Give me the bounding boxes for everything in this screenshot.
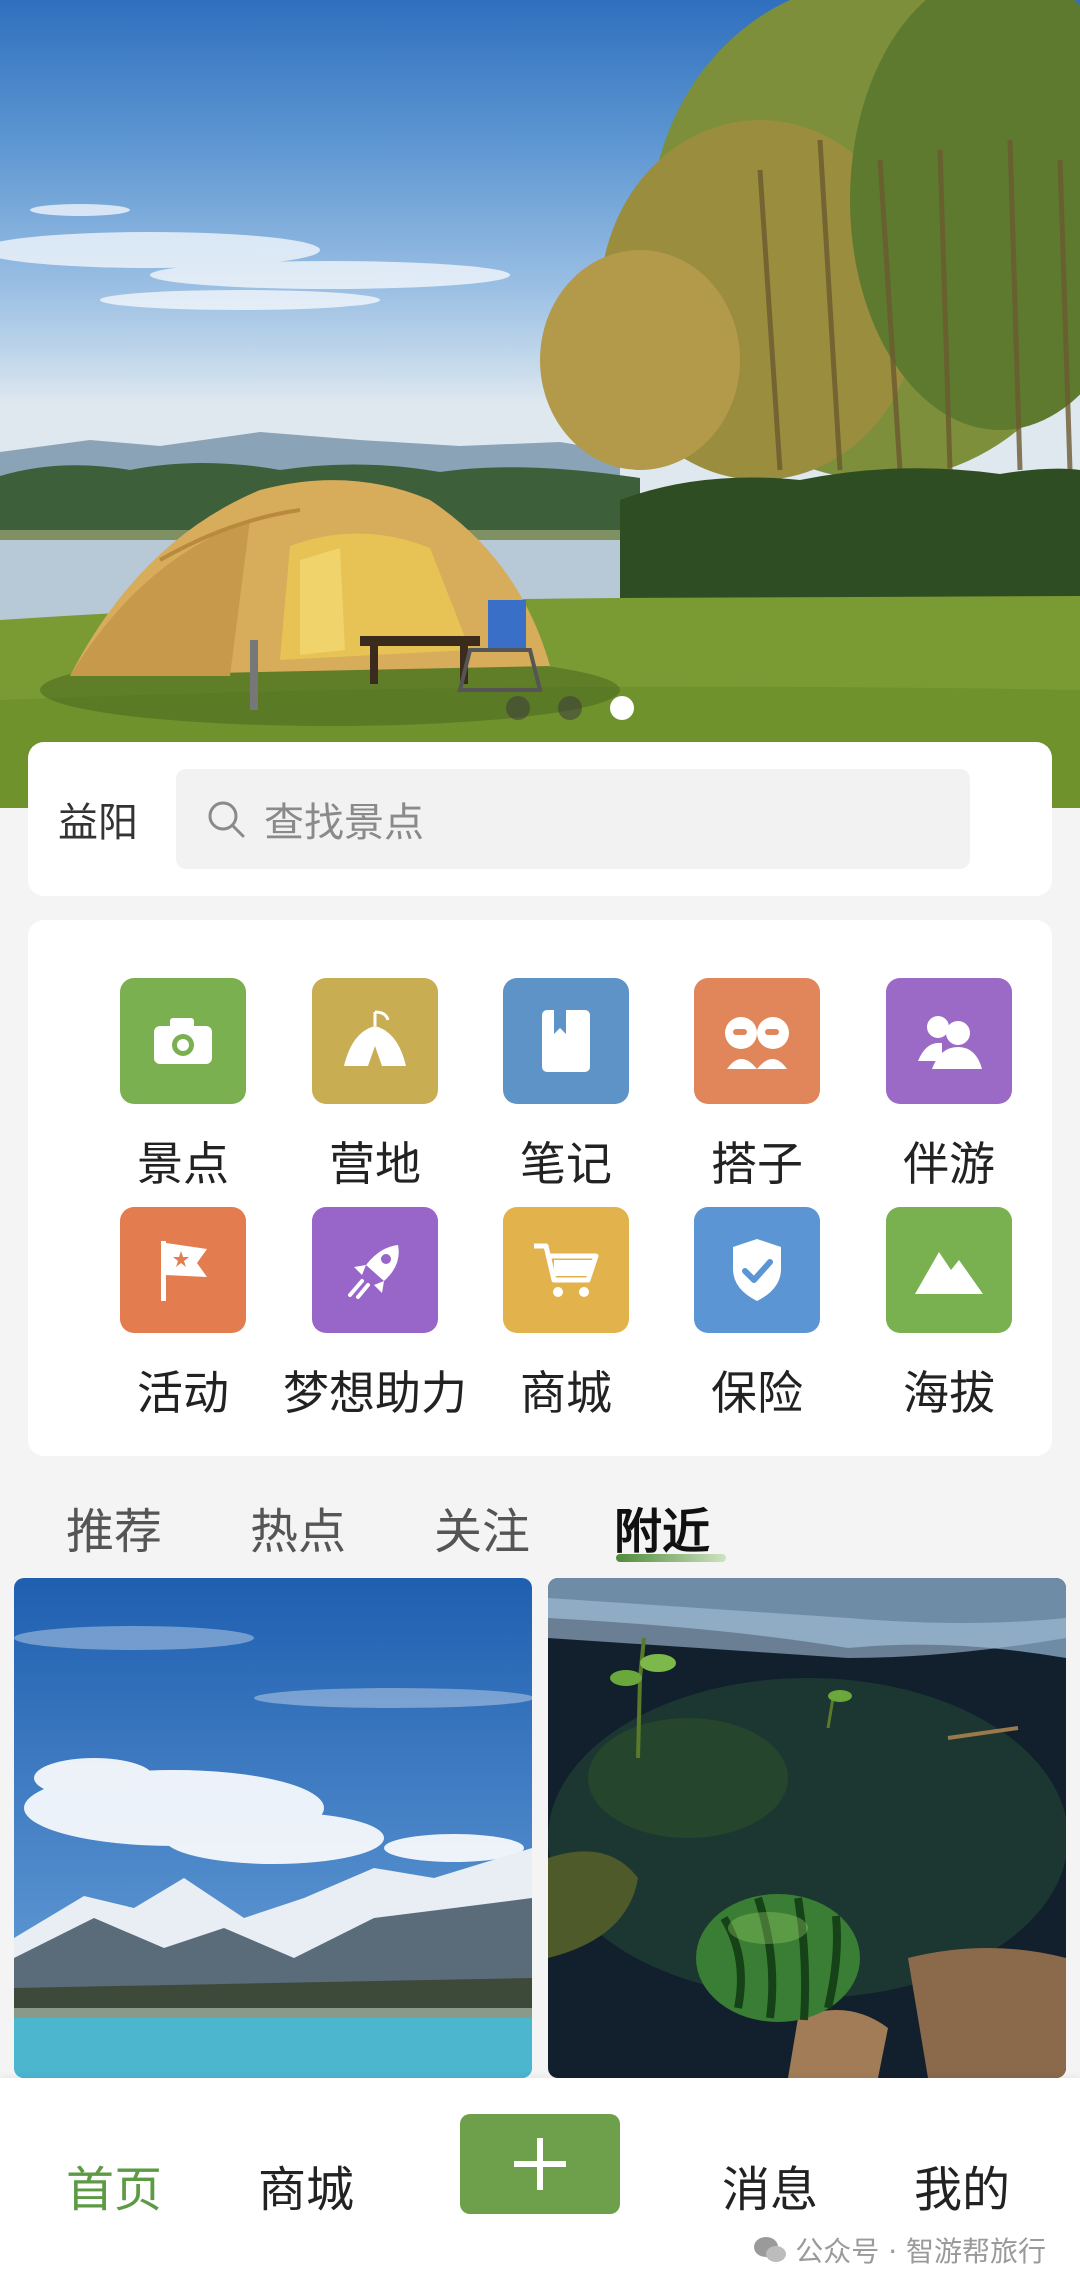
create-post-button[interactable] xyxy=(460,2114,620,2214)
category-altitude[interactable]: 海拔 xyxy=(854,1207,1044,1420)
camera-icon xyxy=(120,978,246,1104)
category-label: 活动 xyxy=(137,1366,229,1420)
nav-mine[interactable]: 我的 xyxy=(914,2150,1010,2220)
search-input[interactable]: 查找景点 xyxy=(176,769,970,869)
nav-home[interactable]: 首页 xyxy=(66,2150,162,2220)
plus-icon xyxy=(514,2138,566,2190)
feed-tabs: 推荐 热点 关注 附近 xyxy=(0,1480,1080,1570)
category-label: 景点 xyxy=(137,1137,229,1191)
feed-card-watermelon[interactable] xyxy=(548,1578,1066,2078)
category-label: 梦想助力 xyxy=(283,1366,467,1420)
carousel-dot[interactable] xyxy=(558,696,582,720)
notebook-icon xyxy=(503,978,629,1104)
carousel-dots[interactable] xyxy=(0,696,1080,720)
search-icon xyxy=(208,801,245,838)
category-dream-boost[interactable]: 梦想助力 xyxy=(280,1207,470,1420)
category-label: 营地 xyxy=(329,1137,421,1191)
tab-hot[interactable]: 热点 xyxy=(250,1492,346,1562)
category-partners[interactable]: 搭子 xyxy=(662,978,852,1191)
mountain-icon xyxy=(886,1207,1012,1333)
carousel-dot-active[interactable] xyxy=(610,696,634,720)
watermark-text: 公众号 · 智游帮旅行 xyxy=(795,2235,1046,2268)
category-label: 保险 xyxy=(711,1366,803,1420)
category-notes[interactable]: 笔记 xyxy=(471,978,661,1191)
nav-messages[interactable]: 消息 xyxy=(722,2150,818,2220)
category-label: 伴游 xyxy=(903,1137,995,1191)
cart-icon xyxy=(503,1207,629,1333)
nav-mall[interactable]: 商城 xyxy=(258,2150,354,2220)
search-bar: 益阳 查找景点 xyxy=(28,742,1052,896)
tab-follow[interactable]: 关注 xyxy=(434,1492,530,1562)
category-label: 笔记 xyxy=(520,1137,612,1191)
category-label: 海拔 xyxy=(903,1366,995,1420)
feed-card-lake[interactable] xyxy=(14,1578,532,2078)
category-activities[interactable]: 活动 xyxy=(88,1207,278,1420)
category-insurance[interactable]: 保险 xyxy=(662,1207,852,1420)
category-campsite[interactable]: 营地 xyxy=(280,978,470,1191)
carousel-dot[interactable] xyxy=(506,696,530,720)
city-selector[interactable]: 益阳 xyxy=(58,790,176,848)
lake-mountain-photo xyxy=(14,1578,532,2078)
category-scenic-spots[interactable]: 景点 xyxy=(88,978,278,1191)
wechat-icon xyxy=(754,2237,787,2262)
hero-banner[interactable] xyxy=(0,0,1080,808)
partners-icon xyxy=(694,978,820,1104)
watermark: 公众号 · 智游帮旅行 xyxy=(753,2230,1046,2270)
shield-icon xyxy=(694,1207,820,1333)
flag-icon xyxy=(120,1207,246,1333)
category-companion[interactable]: 伴游 xyxy=(854,978,1044,1191)
search-placeholder: 查找景点 xyxy=(264,800,424,846)
bottom-navigation: 首页 商城 消息 我的 公众号 · 智游帮旅行 xyxy=(0,2078,1080,2276)
active-tab-indicator xyxy=(616,1554,726,1562)
tab-nearby[interactable]: 附近 xyxy=(614,1492,710,1562)
category-label: 搭子 xyxy=(711,1137,803,1191)
tab-recommend[interactable]: 推荐 xyxy=(66,1492,162,1562)
tent-icon xyxy=(312,978,438,1104)
rocket-icon xyxy=(312,1207,438,1333)
category-grid: 景点 营地 笔记 搭子 伴游 活动 梦想助力 商城 保险 海拔 xyxy=(28,920,1052,1456)
campsite-photo xyxy=(0,0,1080,808)
category-mall[interactable]: 商城 xyxy=(471,1207,661,1420)
watermelon-stream-photo xyxy=(548,1578,1066,2078)
category-label: 商城 xyxy=(520,1366,612,1420)
companion-icon xyxy=(886,978,1012,1104)
